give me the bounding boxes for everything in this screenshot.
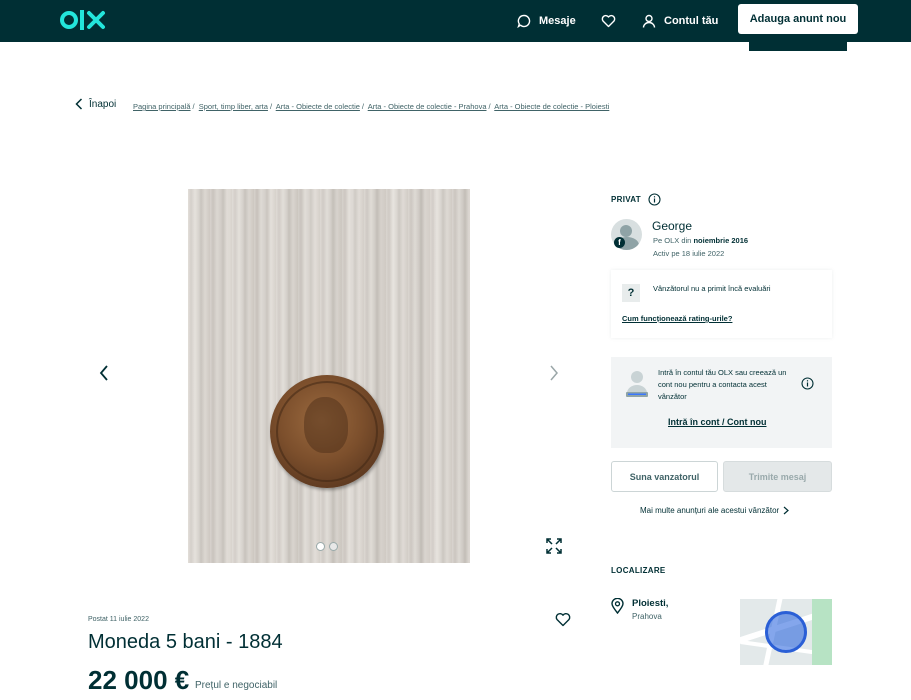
more-ads-label: Mai multe anunțuri ale acestui vânzător	[640, 506, 780, 515]
seller-name[interactable]: George	[652, 219, 692, 233]
user-laptop-icon	[626, 371, 648, 397]
login-prompt-box: Intră în contul tău OLX sau creează un c…	[611, 357, 832, 448]
favorites-link[interactable]	[601, 0, 624, 42]
post-button-underlay	[749, 36, 847, 51]
messages-label: Mesaje	[539, 15, 576, 27]
more-ads-link[interactable]: Mai multe anunțuri ale acestui vânzător	[640, 506, 790, 515]
location-heading: LOCALIZARE	[611, 566, 666, 575]
chevron-left-icon	[75, 98, 83, 110]
avatar-head	[620, 225, 632, 237]
login-prompt-text: Intră în contul tău OLX sau creează un c…	[658, 368, 787, 401]
breadcrumb-item[interactable]: Arta - Obiecte de colectie - Prahova	[368, 102, 487, 111]
login-link[interactable]: Intră în cont / Cont nou	[668, 417, 767, 427]
ad-photo[interactable]	[188, 189, 470, 563]
location-map[interactable]	[740, 599, 832, 665]
location-region: Prahova	[632, 612, 662, 621]
account-label: Contul tău	[664, 15, 719, 27]
heart-icon	[601, 14, 616, 28]
info-icon[interactable]	[648, 193, 661, 206]
breadcrumb-item[interactable]: Arta - Obiecte de colectie	[276, 102, 360, 111]
gallery-dot-active[interactable]	[329, 542, 338, 551]
coin-portrait	[304, 397, 348, 453]
call-seller-button[interactable]: Suna vanzatorul	[611, 461, 718, 492]
facebook-icon: f	[614, 237, 625, 248]
ad-price: 22 000 €	[88, 665, 190, 695]
rating-help-link[interactable]: Cum funcționează rating-urile?	[622, 314, 732, 323]
rating-box: ? Vânzătorul nu a primit încă evaluări C…	[611, 270, 832, 338]
back-link[interactable]: Înapoi	[75, 98, 116, 110]
location-city: Ploiesti,	[632, 598, 669, 609]
user-icon	[642, 14, 656, 28]
breadcrumb-item[interactable]: Pagina principală	[133, 102, 191, 111]
account-link[interactable]: Contul tău	[642, 0, 718, 42]
gallery-prev-icon[interactable]	[98, 364, 110, 382]
map-park	[812, 599, 832, 665]
rating-text: Vânzătorul nu a primit încă evaluări	[653, 284, 771, 293]
seller-type: PRIVAT	[611, 193, 661, 206]
seller-type-label: PRIVAT	[611, 195, 641, 204]
gallery-dots	[316, 542, 338, 551]
olx-logo[interactable]	[60, 7, 108, 33]
ad-title: Moneda 5 bani - 1884	[88, 631, 283, 653]
coin-image	[270, 375, 384, 488]
seller-active: Activ pe 18 iulie 2022	[653, 249, 725, 258]
negotiable-label: Prețul e negociabil	[195, 680, 278, 691]
breadcrumb-item[interactable]: Sport, timp liber, arta	[199, 102, 268, 111]
post-ad-button[interactable]: Adauga anunt nou	[738, 4, 858, 34]
breadcrumb: Pagina principală / Sport, timp liber, ar…	[133, 102, 610, 111]
seller-since-value: noiembrie 2016	[693, 236, 749, 245]
messages-link[interactable]: Mesaje	[517, 0, 576, 42]
fullscreen-icon[interactable]	[546, 538, 562, 554]
gallery-dot[interactable]	[316, 542, 325, 551]
info-icon[interactable]	[801, 377, 814, 390]
question-icon: ?	[622, 284, 640, 302]
chevron-right-icon	[783, 506, 790, 515]
location-pin-icon	[611, 598, 624, 614]
seller-since: Pe OLX din noiembrie 2016	[653, 236, 748, 245]
map-area-circle	[765, 611, 807, 653]
seller-since-prefix: Pe OLX din	[653, 236, 692, 245]
gallery-next-icon[interactable]	[548, 364, 560, 382]
posted-date: Postat 11 iulie 2022	[88, 616, 149, 623]
send-message-button[interactable]: Trimite mesaj	[723, 461, 832, 492]
favorite-heart-icon[interactable]	[555, 612, 571, 627]
back-label: Înapoi	[89, 98, 117, 110]
breadcrumb-item[interactable]: Arta - Obiecte de colectie - Ploiesti	[494, 102, 609, 111]
chat-bubble-icon	[517, 14, 531, 28]
